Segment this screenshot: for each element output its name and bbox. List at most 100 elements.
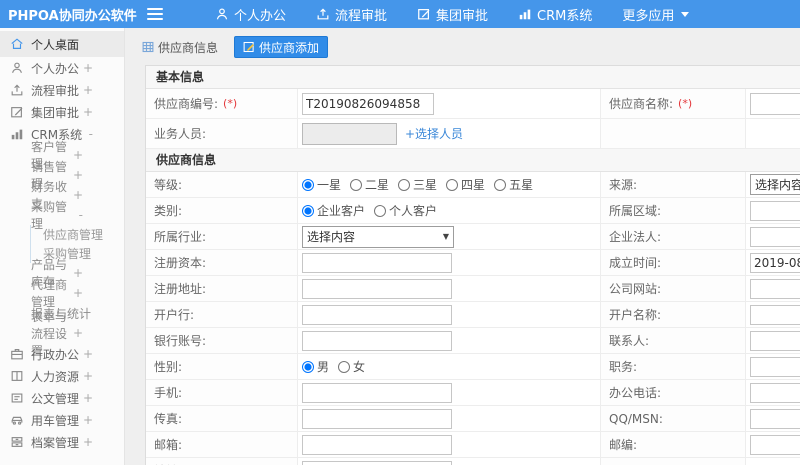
collapse-icon[interactable]: - — [79, 208, 83, 222]
category-radio-group: 企业客户 个人客户 — [302, 202, 444, 219]
account-name-input[interactable] — [750, 304, 800, 325]
supplier-name-input[interactable] — [750, 92, 800, 115]
office-phone-label: 办公电话: — [609, 386, 662, 400]
level-radio[interactable] — [494, 178, 507, 191]
user-icon — [10, 61, 24, 75]
email-label: 邮箱: — [154, 438, 183, 452]
qq-msn-input[interactable] — [750, 408, 800, 429]
top-header: PHPOA协同办公软件 个人办公 流程审批 集团审批 CRM系统 更多应用 — [0, 0, 800, 28]
briefcase-icon — [10, 347, 24, 361]
region-label: 所属区域: — [609, 204, 662, 218]
position-input[interactable] — [750, 356, 800, 377]
expand-icon[interactable]: + — [83, 83, 93, 97]
sidebar-item-agent-mgmt[interactable]: 代理商管理 + — [0, 278, 124, 309]
form-row: 手机: 办公电话: — [146, 380, 800, 406]
expand-icon[interactable]: + — [83, 105, 93, 119]
registered-capital-input[interactable] — [302, 252, 452, 273]
expand-icon[interactable]: + — [73, 266, 83, 280]
expand-icon[interactable]: + — [83, 347, 93, 361]
sidebar-item-personal-office[interactable]: 个人办公 + — [0, 57, 124, 79]
car-icon — [10, 413, 24, 427]
sidebar-item-group-approval[interactable]: 集团审批 + — [0, 101, 124, 123]
legal-person-input[interactable] — [750, 226, 800, 247]
source-select[interactable]: 选择内容▼ — [750, 174, 800, 195]
level-radio[interactable] — [302, 178, 314, 191]
sidebar-item-personal-desktop[interactable]: 个人桌面 — [0, 31, 124, 57]
mobile-label: 手机: — [154, 386, 183, 400]
level-radio[interactable] — [398, 178, 411, 191]
expand-icon[interactable]: + — [83, 435, 93, 449]
expand-icon[interactable]: + — [73, 168, 83, 182]
form-row: 类别: 企业客户 个人客户 所属区域: — [146, 198, 800, 224]
sidebar-item-workflow-approval[interactable]: 流程审批 + — [0, 79, 124, 101]
upload-icon — [10, 83, 24, 97]
expand-icon[interactable]: + — [73, 286, 83, 300]
tab-supplier-add[interactable]: 供应商添加 — [234, 36, 329, 58]
user-icon — [215, 7, 229, 21]
category-radio[interactable] — [302, 204, 314, 217]
nav-group-approval[interactable]: 集团审批 — [417, 5, 488, 24]
sidebar-item-archive-mgmt[interactable]: 档案管理 + — [0, 431, 124, 453]
nav-personal-office[interactable]: 个人办公 — [215, 5, 286, 24]
archive-icon — [10, 435, 24, 449]
bank-input[interactable] — [302, 304, 452, 325]
collapse-icon[interactable]: - — [89, 127, 93, 141]
bank-account-input[interactable] — [302, 330, 452, 351]
level-label: 等级: — [154, 178, 183, 192]
tab-supplier-info[interactable]: 供应商信息 — [134, 36, 226, 58]
form-row: 开户行: 开户名称: — [146, 302, 800, 328]
category-radio[interactable] — [374, 204, 387, 217]
expand-icon[interactable]: + — [73, 148, 83, 162]
registered-address-input[interactable] — [302, 278, 452, 299]
mobile-input[interactable] — [302, 382, 452, 403]
sidebar-item-admin-office[interactable]: 行政办公 + — [0, 343, 124, 365]
main-content: 供应商信息 供应商添加 基本信息 供应商编号: (*) 供应商名称: (*) — [126, 28, 800, 465]
gender-radio-group: 男 女 — [302, 358, 372, 375]
sidebar-item-purchase-mgmt[interactable]: 采购管理 - — [0, 200, 124, 231]
sales-person-input[interactable] — [302, 122, 397, 145]
zip-input[interactable] — [750, 434, 800, 455]
level-radio[interactable] — [446, 178, 459, 191]
sidebar: 个人桌面 个人办公 + 流程审批 + 集团审批 + CRM系统 - 客户管理 +… — [0, 28, 125, 465]
industry-label: 所属行业: — [154, 230, 207, 244]
gender-radio[interactable] — [302, 360, 314, 373]
expand-icon[interactable]: + — [83, 61, 93, 75]
expand-icon[interactable]: + — [83, 391, 93, 405]
email-input[interactable] — [302, 434, 452, 455]
edit-icon — [10, 105, 24, 119]
gender-radio[interactable] — [338, 360, 351, 373]
fax-input[interactable] — [302, 408, 452, 429]
office-phone-input[interactable] — [750, 382, 800, 403]
supplier-add-form: 基本信息 供应商编号: (*) 供应商名称: (*) 业务人员: — [145, 65, 800, 465]
nav-workflow-approval[interactable]: 流程审批 — [316, 5, 387, 24]
founded-date-input[interactable] — [750, 252, 800, 273]
section-basic-info: 基本信息 — [146, 66, 800, 89]
supplier-no-input[interactable] — [302, 92, 434, 115]
sidebar-item-hr[interactable]: 人力资源 + — [0, 365, 124, 387]
sidebar-item-supplier-mgmt[interactable]: 供应商管理 — [31, 225, 124, 244]
choose-person-link[interactable]: +选择人员 — [405, 125, 463, 142]
level-radio[interactable] — [350, 178, 363, 191]
contact-input[interactable] — [750, 330, 800, 351]
form-add-icon — [243, 41, 255, 53]
website-input[interactable] — [750, 278, 800, 299]
chevron-down-icon: ▼ — [442, 232, 449, 241]
expand-icon[interactable]: + — [73, 326, 83, 340]
section-supplier-info: 供应商信息 — [146, 149, 800, 172]
form-row: 所属行业: 选择内容 ▼ 企业法人: — [146, 224, 800, 250]
address-input[interactable] — [302, 460, 452, 465]
registered-capital-label: 注册资本: — [154, 256, 207, 270]
nav-crm-system[interactable]: CRM系统 — [518, 5, 592, 24]
sidebar-item-form-flow-settings[interactable]: 表单与流程设置 + — [0, 310, 124, 358]
expand-icon[interactable]: + — [83, 413, 93, 427]
expand-icon[interactable]: + — [83, 369, 93, 383]
legal-person-label: 企业法人: — [609, 230, 662, 244]
industry-select[interactable]: 选择内容 ▼ — [302, 225, 454, 248]
sidebar-item-vehicle-mgmt[interactable]: 用车管理 + — [0, 409, 124, 431]
nav-more-apps[interactable]: 更多应用 — [622, 5, 690, 24]
form-row: 业务人员: +选择人员 — [146, 119, 800, 149]
menu-toggle-icon[interactable] — [147, 8, 163, 20]
sidebar-item-document-mgmt[interactable]: 公文管理 + — [0, 387, 124, 409]
sales-person-label: 业务人员: — [154, 127, 207, 141]
region-input[interactable] — [750, 200, 800, 221]
